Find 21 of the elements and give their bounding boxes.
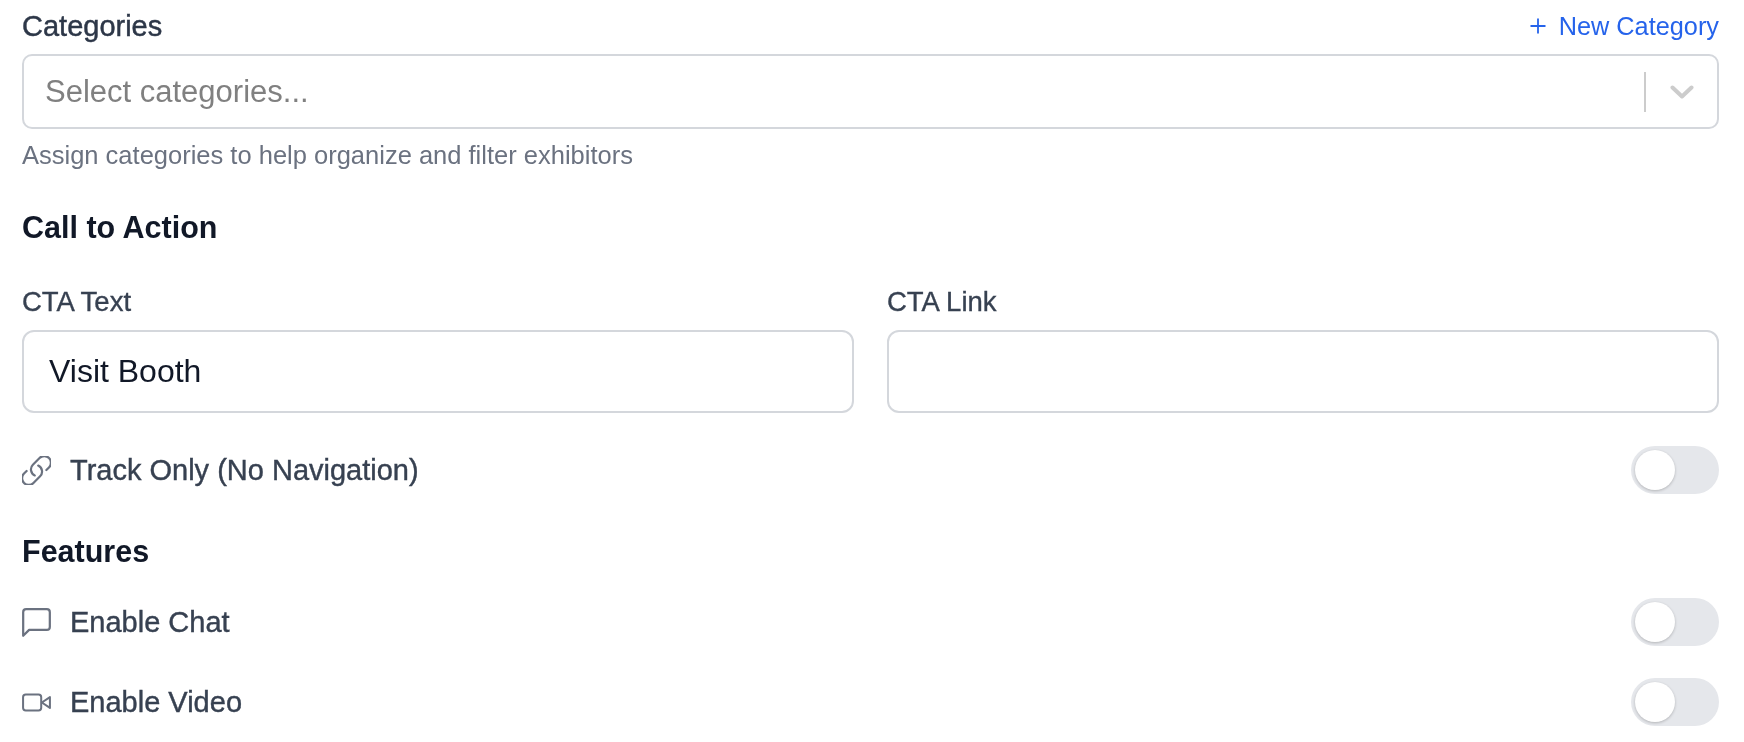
hint-text: Assign categories to help organize and filter exhibitors — [22, 140, 633, 171]
section-heading: Features — [22, 533, 150, 570]
setting-label: Enable Video — [70, 685, 242, 719]
categories-label: Categories — [22, 9, 163, 44]
field-label: CTA Link — [887, 285, 997, 319]
toggle-switch[interactable] — [1631, 678, 1719, 726]
setting-label: Enable Chat — [70, 605, 230, 639]
toggle-switch[interactable] — [1631, 598, 1719, 646]
chat-bubble-icon — [22, 607, 51, 637]
input-field[interactable]: Visit Booth — [22, 330, 854, 413]
new-category-button[interactable]: New Category — [1529, 11, 1719, 41]
link-icon — [22, 455, 51, 485]
input-field[interactable] — [887, 330, 1719, 413]
chevron-down-icon — [1670, 84, 1694, 99]
plus-icon — [1529, 18, 1546, 34]
toggle-switch[interactable] — [1631, 446, 1719, 494]
video-camera-icon — [22, 692, 51, 712]
field-label: CTA Text — [22, 285, 132, 319]
setting-label: Track Only (No Navigation) — [70, 453, 419, 487]
section-heading: Call to Action — [22, 209, 218, 246]
category-select[interactable]: Select categories... — [22, 54, 1719, 129]
